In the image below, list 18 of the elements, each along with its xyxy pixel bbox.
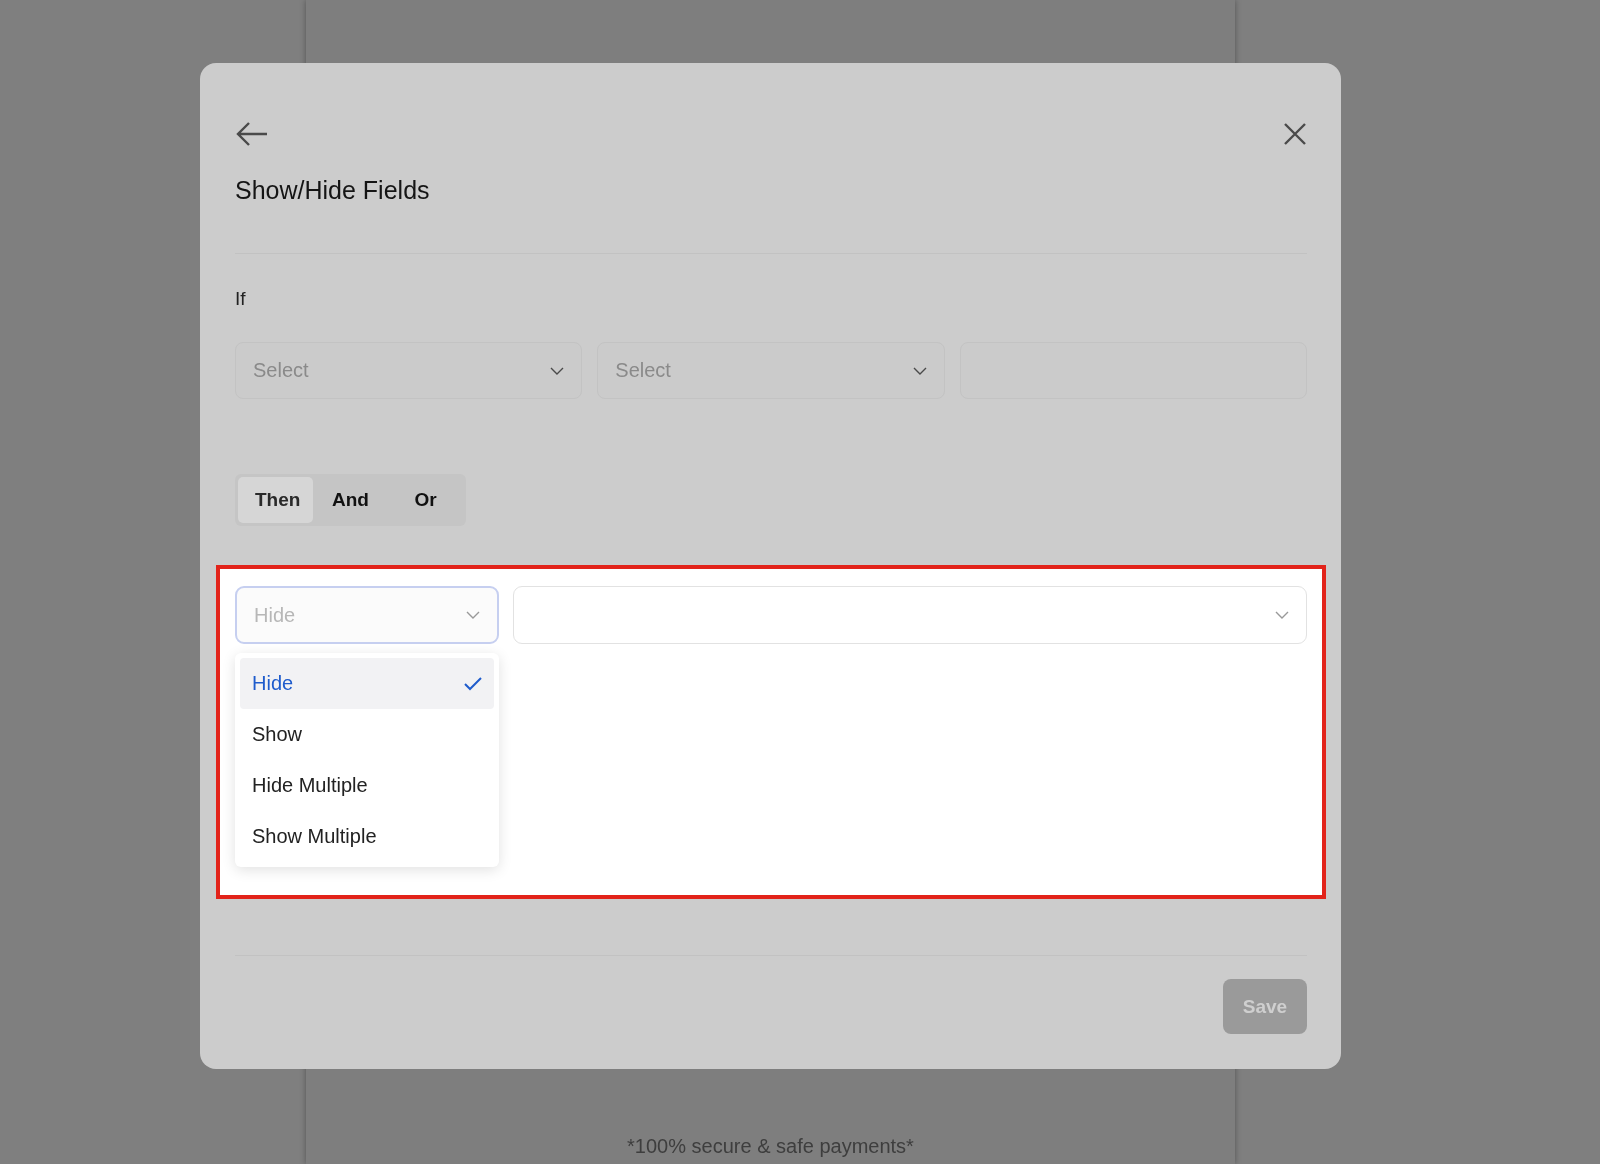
- close-icon[interactable]: [1283, 122, 1307, 146]
- chevron-down-icon: [912, 366, 927, 375]
- condition-label: If: [235, 288, 246, 310]
- chevron-down-icon: [466, 611, 480, 619]
- dropdown-option[interactable]: Hide Multiple: [240, 760, 494, 811]
- dropdown-option[interactable]: Hide: [240, 658, 494, 709]
- chevron-down-icon: [550, 366, 565, 375]
- connector-tab[interactable]: And: [313, 477, 388, 523]
- select-field[interactable]: [513, 586, 1307, 644]
- chevron-down-icon: [1275, 611, 1289, 619]
- connector-tab[interactable]: Or: [388, 477, 463, 523]
- checkmark-icon: [464, 676, 482, 691]
- dropdown-option[interactable]: Show: [240, 709, 494, 760]
- footer-note: *100% secure & safe payments*: [627, 1135, 914, 1158]
- dropdown-option[interactable]: Show Multiple: [240, 811, 494, 862]
- connector-tab[interactable]: Then: [238, 477, 313, 523]
- dialog-title: Show/Hide Fields: [235, 176, 430, 205]
- back-arrow-icon[interactable]: [235, 121, 269, 147]
